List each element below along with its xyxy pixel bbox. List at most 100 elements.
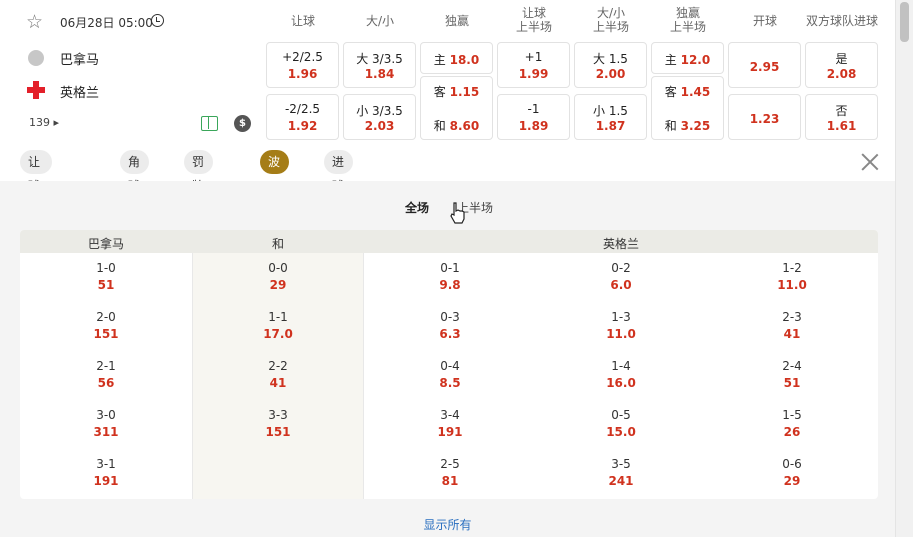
filter-goalscorers[interactable]: 进球球员 <box>324 150 353 261</box>
col-ml-1h-line1: 独赢 <box>675 6 700 20</box>
filter-corners[interactable]: 角球 <box>120 150 149 213</box>
score-cell-home[interactable]: 2-0 151 <box>20 309 192 342</box>
odd-ml-draw[interactable]: 和 8.60 <box>421 115 492 137</box>
odd-btts-no[interactable]: 否 1.61 <box>805 94 878 140</box>
score-price: 9.8 <box>439 278 461 292</box>
score-cell-draw[interactable]: 1-1 17.0 <box>192 309 364 342</box>
score-cell-away[interactable]: 2-3 41 <box>706 309 878 342</box>
odd-under[interactable]: 小 3/3.5 2.03 <box>343 94 416 140</box>
odd-label: 客 <box>664 85 677 99</box>
score-price: 16.0 <box>606 376 636 390</box>
pitch-stats-icon[interactable] <box>201 116 218 131</box>
away-team-flag-icon <box>27 81 45 99</box>
odd-handicap-1h-away[interactable]: -1 1.89 <box>497 94 570 140</box>
odd-handicap-away[interactable]: -2/2.5 1.92 <box>266 94 339 140</box>
odd-value: 1.84 <box>364 67 395 81</box>
odd-open-1[interactable]: 2.95 <box>728 42 801 88</box>
odd-ml-home[interactable]: 主 18.0 <box>420 42 493 74</box>
score-label: 1-3 <box>611 310 631 324</box>
odd-handicap-home[interactable]: +2/2.5 1.96 <box>266 42 339 88</box>
score-price: 151 <box>265 425 291 439</box>
match-datetime: 06月28日 05:00 <box>60 16 153 30</box>
col-over-under: 大/小 <box>365 14 395 28</box>
odd-ml-away[interactable]: 客 1.15 <box>421 81 492 103</box>
odd-value: 1.89 <box>518 119 549 133</box>
more-markets-link[interactable]: 139 ▸ <box>29 116 59 129</box>
score-cell-home[interactable]: 2-1 56 <box>20 358 192 391</box>
favorite-star-icon[interactable]: ☆ <box>26 12 46 32</box>
odd-value: 3.25 <box>680 119 711 133</box>
col-ml-1h: 独赢 上半场 <box>650 6 726 34</box>
odd-value: 18.0 <box>449 53 480 67</box>
odd-label: 大 3/3.5 <box>356 52 403 66</box>
score-cell-draw[interactable]: 2-2 41 <box>192 358 364 391</box>
odd-ml-1h-draw[interactable]: 和 3.25 <box>652 115 723 137</box>
score-cell-away[interactable]: 1-2 11.0 <box>706 260 878 293</box>
show-all-link[interactable]: 显示所有 <box>0 516 895 533</box>
score-label: 2-1 <box>96 359 116 373</box>
odd-open-2[interactable]: 1.23 <box>728 94 801 140</box>
filter-handicap-ou[interactable]: 让球&大/小 <box>20 150 53 285</box>
odd-label: -2/2.5 <box>284 102 321 116</box>
score-cell-away[interactable]: 3-5 241 <box>535 456 707 489</box>
odd-value: 8.60 <box>449 119 480 133</box>
odd-handicap-1h-home[interactable]: +1 1.99 <box>497 42 570 88</box>
header-away: 英格兰 <box>602 237 639 251</box>
score-label: 3-5 <box>611 457 631 471</box>
score-label: 2-3 <box>782 310 802 324</box>
scrollbar[interactable] <box>895 0 913 537</box>
close-icon[interactable] <box>860 152 880 172</box>
odd-label: 小 3/3.5 <box>356 104 403 118</box>
odd-value: 1.99 <box>518 67 549 81</box>
odd-under-1h[interactable]: 小 1.5 1.87 <box>574 94 647 140</box>
header-draw: 和 <box>271 237 284 251</box>
score-cell-away[interactable]: 0-2 6.0 <box>535 260 707 293</box>
odd-ml-1h-away[interactable]: 客 1.45 <box>652 81 723 103</box>
score-cell-away[interactable]: 0-5 15.0 <box>535 407 707 440</box>
col-handicap: 让球 <box>290 14 315 28</box>
odd-over[interactable]: 大 3/3.5 1.84 <box>343 42 416 88</box>
scrollbar-thumb[interactable] <box>900 2 909 42</box>
score-cell-away[interactable]: 0-3 6.3 <box>364 309 536 342</box>
score-label: 2-2 <box>268 359 288 373</box>
score-cell-away[interactable]: 3-4 191 <box>364 407 536 440</box>
odd-label: 和 <box>433 119 446 133</box>
score-cell-away[interactable]: 1-5 26 <box>706 407 878 440</box>
score-label: 1-5 <box>782 408 802 422</box>
score-cell-home[interactable]: 3-0 311 <box>20 407 192 440</box>
score-cell-draw[interactable]: 3-3 151 <box>192 407 364 440</box>
odd-label: 客 <box>433 85 446 99</box>
score-cell-away[interactable]: 2-4 51 <box>706 358 878 391</box>
odd-over-1h[interactable]: 大 1.5 2.00 <box>574 42 647 88</box>
score-label: 1-1 <box>268 310 288 324</box>
hand-cursor-icon <box>450 202 465 224</box>
score-cell-away[interactable]: 0-1 9.8 <box>364 260 536 293</box>
filter-correct-score[interactable]: 波胆 <box>260 150 289 217</box>
score-label: 0-3 <box>440 310 460 324</box>
score-cell-away[interactable]: 0-4 8.5 <box>364 358 536 391</box>
col-moneyline: 独赢 <box>444 14 469 28</box>
odd-ml-1h-home[interactable]: 主 12.0 <box>651 42 724 74</box>
score-cell-away[interactable]: 1-3 11.0 <box>535 309 707 342</box>
odd-btts-yes[interactable]: 是 2.08 <box>805 42 878 88</box>
score-cell-away[interactable]: 0-6 29 <box>706 456 878 489</box>
score-price: 17.0 <box>263 327 293 341</box>
filter-cards[interactable]: 罚牌数 <box>184 150 213 237</box>
score-cell-home[interactable]: 3-1 191 <box>20 456 192 489</box>
col-ml-1h-line2: 上半场 <box>669 20 706 34</box>
score-cell-draw[interactable]: 0-0 29 <box>192 260 364 293</box>
tab-full-time[interactable]: 全场 <box>405 199 429 216</box>
score-cell-home[interactable]: 1-0 51 <box>20 260 192 293</box>
score-cell-away[interactable]: 2-5 81 <box>364 456 536 489</box>
home-team-icon <box>28 50 44 66</box>
score-label: 3-1 <box>96 457 116 471</box>
col-ou-1h-line2: 上半场 <box>592 20 629 34</box>
score-label: 2-5 <box>440 457 460 471</box>
score-price: 6.3 <box>439 327 461 341</box>
odd-value: 1.87 <box>595 119 626 133</box>
cashout-icon[interactable]: $ <box>234 115 251 132</box>
col-ou-1h-line1: 大/小 <box>596 6 626 20</box>
score-price: 41 <box>269 376 287 390</box>
score-cell-away[interactable]: 1-4 16.0 <box>535 358 707 391</box>
score-label: 0-0 <box>268 261 288 275</box>
